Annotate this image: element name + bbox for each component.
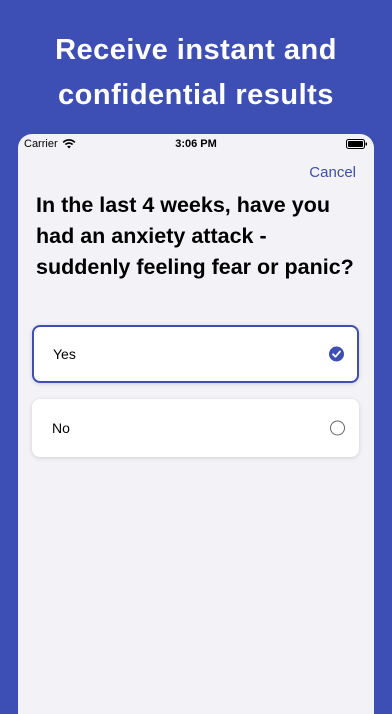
radio-unchecked-icon	[330, 420, 345, 436]
question-text: In the last 4 weeks, have you had an anx…	[36, 193, 354, 279]
check-icon	[329, 346, 344, 362]
option-no[interactable]: No	[32, 399, 359, 457]
promo-heading: Receive instant and confidential results	[0, 28, 392, 118]
option-label: Yes	[53, 346, 76, 362]
option-yes[interactable]: Yes	[32, 325, 359, 383]
phone-screen: Carrier 3:06 PM Cancel In the last 4 wee…	[18, 134, 374, 714]
battery-icon	[346, 139, 367, 149]
cancel-button[interactable]: Cancel	[309, 164, 356, 181]
status-time: 3:06 PM	[175, 138, 217, 150]
status-bar: Carrier 3:06 PM	[18, 134, 374, 154]
option-label: No	[52, 420, 70, 436]
promo-heading-line1: Receive instant and	[55, 34, 337, 66]
promo-heading-line2: confidential results	[58, 79, 334, 111]
